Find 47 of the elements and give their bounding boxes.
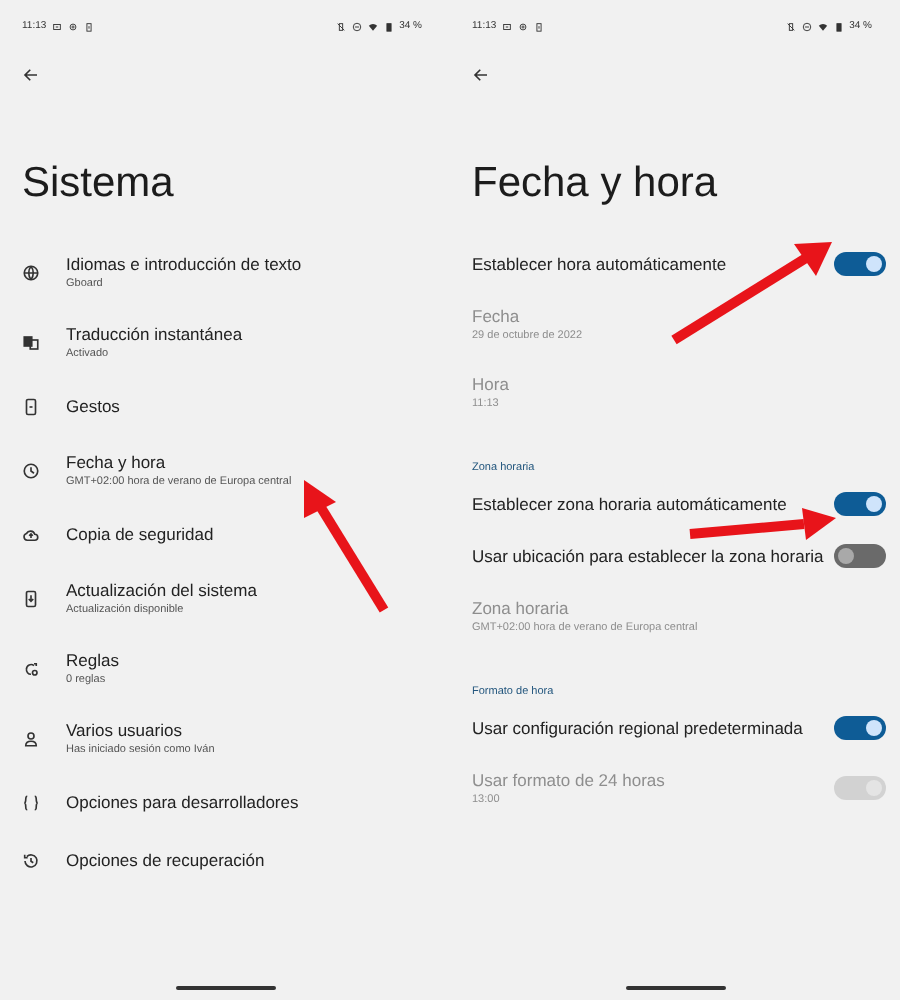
home-indicator bbox=[625, 986, 725, 990]
setting-title: Opciones para desarrolladores bbox=[66, 792, 301, 814]
history-icon bbox=[22, 852, 40, 870]
braces-icon bbox=[22, 794, 40, 812]
setting-title: Establecer zona horaria automáticamente bbox=[472, 493, 789, 515]
setting-title: Gestos bbox=[66, 396, 122, 418]
do-not-disturb-icon bbox=[801, 21, 812, 31]
setting-title: Reglas bbox=[66, 650, 121, 672]
translate-icon bbox=[22, 334, 40, 352]
wifi-icon bbox=[367, 21, 378, 31]
setting-title: Hora bbox=[472, 373, 511, 395]
battery-saver-icon bbox=[84, 21, 95, 31]
phone-icon bbox=[22, 398, 40, 416]
battery-icon bbox=[383, 21, 394, 31]
setting-title: Opciones de recuperación bbox=[66, 850, 267, 872]
setting-title: Zona horaria bbox=[472, 597, 571, 619]
setting-title: Varios usuarios bbox=[66, 720, 184, 742]
back-arrow-icon[interactable] bbox=[472, 65, 490, 83]
toggle-switch[interactable] bbox=[834, 252, 886, 276]
arrow-annotation bbox=[304, 480, 389, 613]
toggle-switch[interactable] bbox=[834, 492, 886, 516]
setting-title: Usar configuración regional predeterminada bbox=[472, 717, 805, 739]
clock-icon bbox=[22, 462, 40, 480]
setting-title: Fecha y hora bbox=[66, 452, 168, 474]
setting-title: Traducción instantánea bbox=[66, 324, 245, 346]
toggle-switch[interactable] bbox=[834, 544, 886, 568]
setting-title: Idiomas e introducción de texto bbox=[66, 254, 304, 276]
setting-title: Establecer hora automáticamente bbox=[472, 253, 729, 275]
person-icon bbox=[22, 730, 40, 748]
setting-title: Copia de seguridad bbox=[66, 524, 216, 546]
page-title: Sistema bbox=[22, 158, 176, 210]
back-arrow-icon[interactable] bbox=[22, 65, 40, 83]
page-title: Fecha y hora bbox=[472, 158, 720, 210]
toggle-switch[interactable] bbox=[834, 716, 886, 740]
battery-saver-icon bbox=[534, 21, 545, 31]
battery-icon bbox=[833, 21, 844, 31]
cloud-icon bbox=[22, 526, 40, 544]
wifi-icon bbox=[817, 21, 828, 31]
setting-title: Fecha bbox=[472, 305, 522, 327]
home-indicator bbox=[175, 986, 275, 990]
setting-title: Usar formato de 24 horas bbox=[472, 769, 667, 791]
setting-title: Usar ubicación para establecer la zona horaria bbox=[472, 545, 826, 567]
setting-title: Actualización del sistema bbox=[66, 580, 259, 602]
globe-icon bbox=[22, 264, 40, 282]
routine-icon bbox=[22, 660, 40, 678]
phone-update-icon bbox=[22, 590, 40, 608]
do-not-disturb-icon bbox=[351, 21, 362, 31]
